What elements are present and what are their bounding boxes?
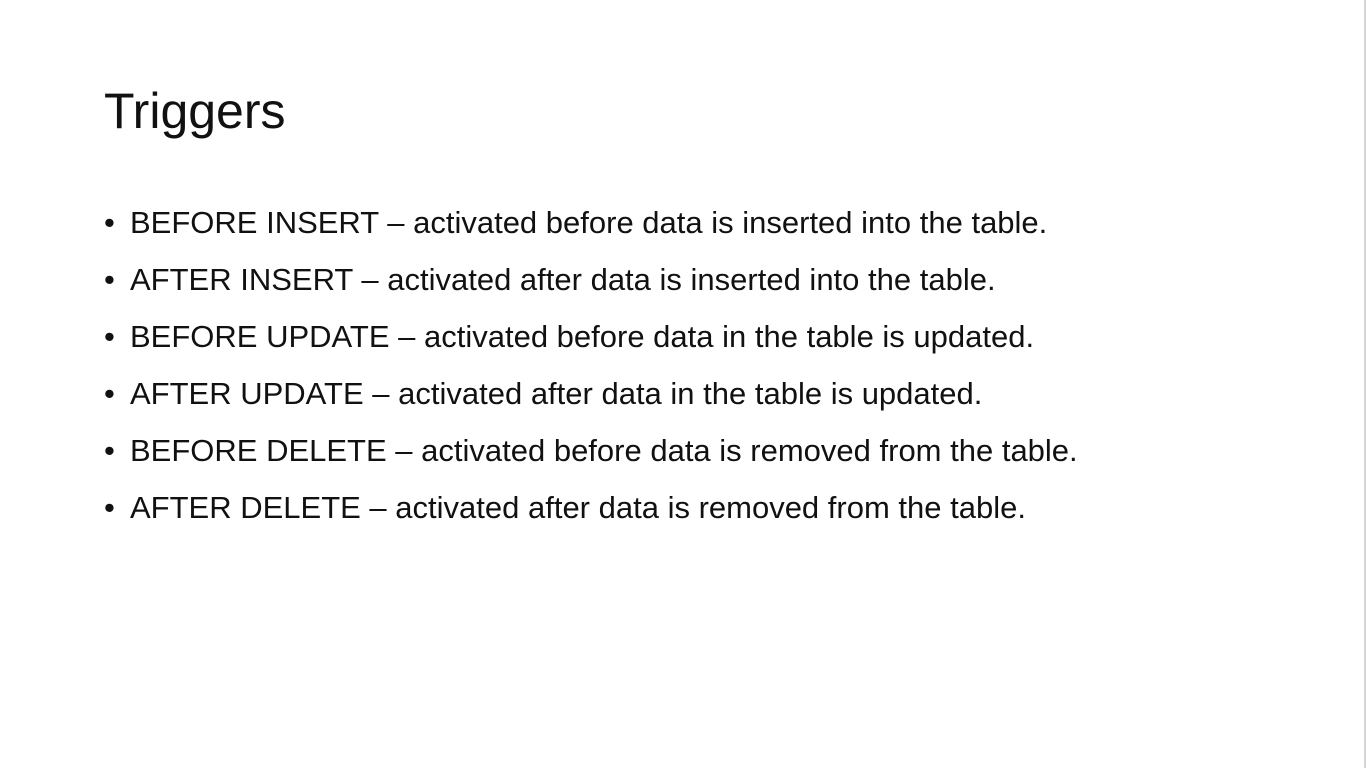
list-item: • AFTER UPDATE – activated after data in…: [104, 376, 1078, 433]
bullet-icon: •: [104, 262, 115, 297]
bullet-icon: •: [104, 376, 115, 411]
slide-title: Triggers: [104, 83, 286, 139]
list-item: • AFTER INSERT – activated after data is…: [104, 262, 1078, 319]
bullet-text: BEFORE UPDATE – activated before data in…: [130, 319, 1035, 354]
bullet-text: AFTER DELETE – activated after data is r…: [130, 490, 1026, 525]
bullet-list: • BEFORE INSERT – activated before data …: [104, 205, 1078, 547]
list-item: • AFTER DELETE – activated after data is…: [104, 490, 1078, 547]
bullet-icon: •: [104, 205, 115, 240]
bullet-icon: •: [104, 319, 115, 354]
bullet-text: BEFORE INSERT – activated before data is…: [130, 205, 1048, 240]
bullet-text: AFTER UPDATE – activated after data in t…: [130, 376, 983, 411]
list-item: • BEFORE INSERT – activated before data …: [104, 205, 1078, 262]
bullet-icon: •: [104, 433, 115, 468]
bullet-text: BEFORE DELETE – activated before data is…: [130, 433, 1078, 468]
bullet-text: AFTER INSERT – activated after data is i…: [130, 262, 996, 297]
presentation-slide: Triggers • BEFORE INSERT – activated bef…: [0, 0, 1366, 768]
list-item: • BEFORE UPDATE – activated before data …: [104, 319, 1078, 376]
bullet-icon: •: [104, 490, 115, 525]
list-item: • BEFORE DELETE – activated before data …: [104, 433, 1078, 490]
